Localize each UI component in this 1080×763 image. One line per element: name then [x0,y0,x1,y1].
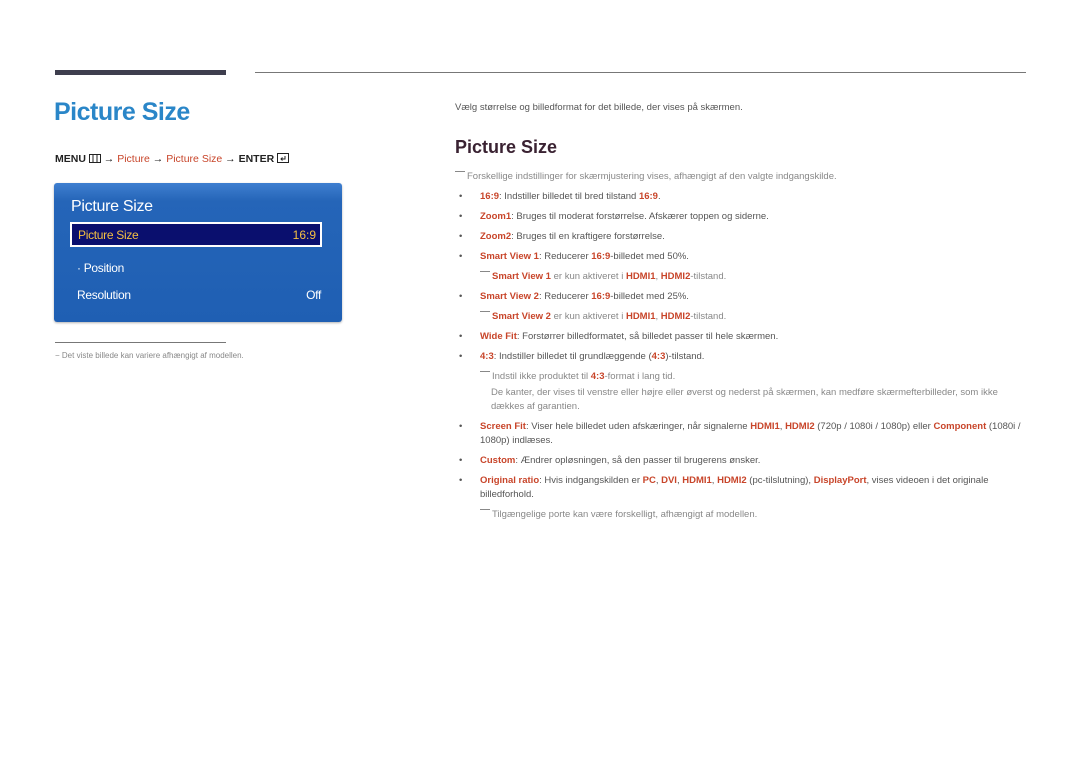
note-dash-icon [455,171,465,172]
note-4-3: Indstil ikke produktet til 4:3-format i … [455,370,1030,384]
list-item-original-ratio: Original ratio: Hvis indgangskilden er P… [455,474,1030,502]
osd-item-label: · Position [77,261,125,275]
osd-item-value: Off [306,288,321,302]
list-item-custom: Custom: Ændrer opløsningen, så den passe… [455,454,1030,468]
list-item-16-9: 16:9: Indstiller billedet til bred tilst… [455,190,1030,204]
footnote: − Det viste billede kan variere afhængig… [55,351,244,360]
note-ports: Tilgængelige porte kan være forskelligt,… [455,508,1030,522]
list-item-zoom1: Zoom1: Bruges til moderat forstørrelse. … [455,210,1030,224]
note-smart-view-1: Smart View 1 er kun aktiveret i HDMI1, H… [455,270,1030,284]
path-arrow: → [103,153,115,165]
header-rule-thin [255,72,1026,73]
menu-label: MENU [55,153,86,165]
section-heading: Picture Size [455,137,558,157]
path-arrow: → [152,153,164,165]
osd-item-label: Resolution [77,288,131,302]
osd-menu-panel: Picture Size Picture Size 16:9 · Positio… [54,183,342,322]
note-top: Forskellige indstillinger for skærmjuste… [455,170,1030,184]
intro-text: Vælg størrelse og billedformat for det b… [455,102,743,113]
menu-grid-icon [88,154,101,166]
list-item-smart-view-2: Smart View 2: Reducerer 16:9-billedet me… [455,290,1030,304]
list-item-4-3: 4:3: Indstiller billedet til grundlæggen… [455,350,1030,364]
path-arrow: → [225,153,236,165]
path-picture: Picture [117,153,150,165]
option-list: Forskellige indstillinger for skærmjuste… [455,170,1030,528]
osd-item-position[interactable]: · Position [77,261,322,275]
path-picture-size: Picture Size [166,153,223,165]
osd-item-resolution[interactable]: Resolution Off [77,288,322,302]
osd-item-picture-size[interactable]: Picture Size 16:9 [70,222,322,247]
note-dash-icon [480,371,490,372]
list-item-wide-fit: Wide Fit: Forstørrer billedformatet, så … [455,330,1030,344]
osd-item-label: Picture Size [78,228,139,242]
list-item-screen-fit: Screen Fit: Viser hele billedet uden afs… [455,420,1030,448]
note-smart-view-2: Smart View 2 er kun aktiveret i HDMI1, H… [455,310,1030,324]
menu-path: MENU → Picture → Picture Size → ENTER [55,153,290,166]
page-title: Picture Size [54,98,190,126]
note-dash-icon [480,509,490,510]
osd-title: Picture Size [71,198,153,215]
osd-item-value: 16:9 [292,228,316,242]
list-item-zoom2: Zoom2: Bruges til en kraftigere forstørr… [455,230,1030,244]
header-rule-thick [55,70,226,75]
note-dash-icon [480,271,490,272]
note-4-3-continued: De kanter, der vises til venstre eller h… [491,387,998,412]
note-dash-icon [480,311,490,312]
list-item-smart-view-1: Smart View 1: Reducerer 16:9-billedet me… [455,250,1030,264]
enter-label: ENTER [238,153,275,165]
footnote-rule [55,342,226,343]
enter-icon [277,153,290,166]
